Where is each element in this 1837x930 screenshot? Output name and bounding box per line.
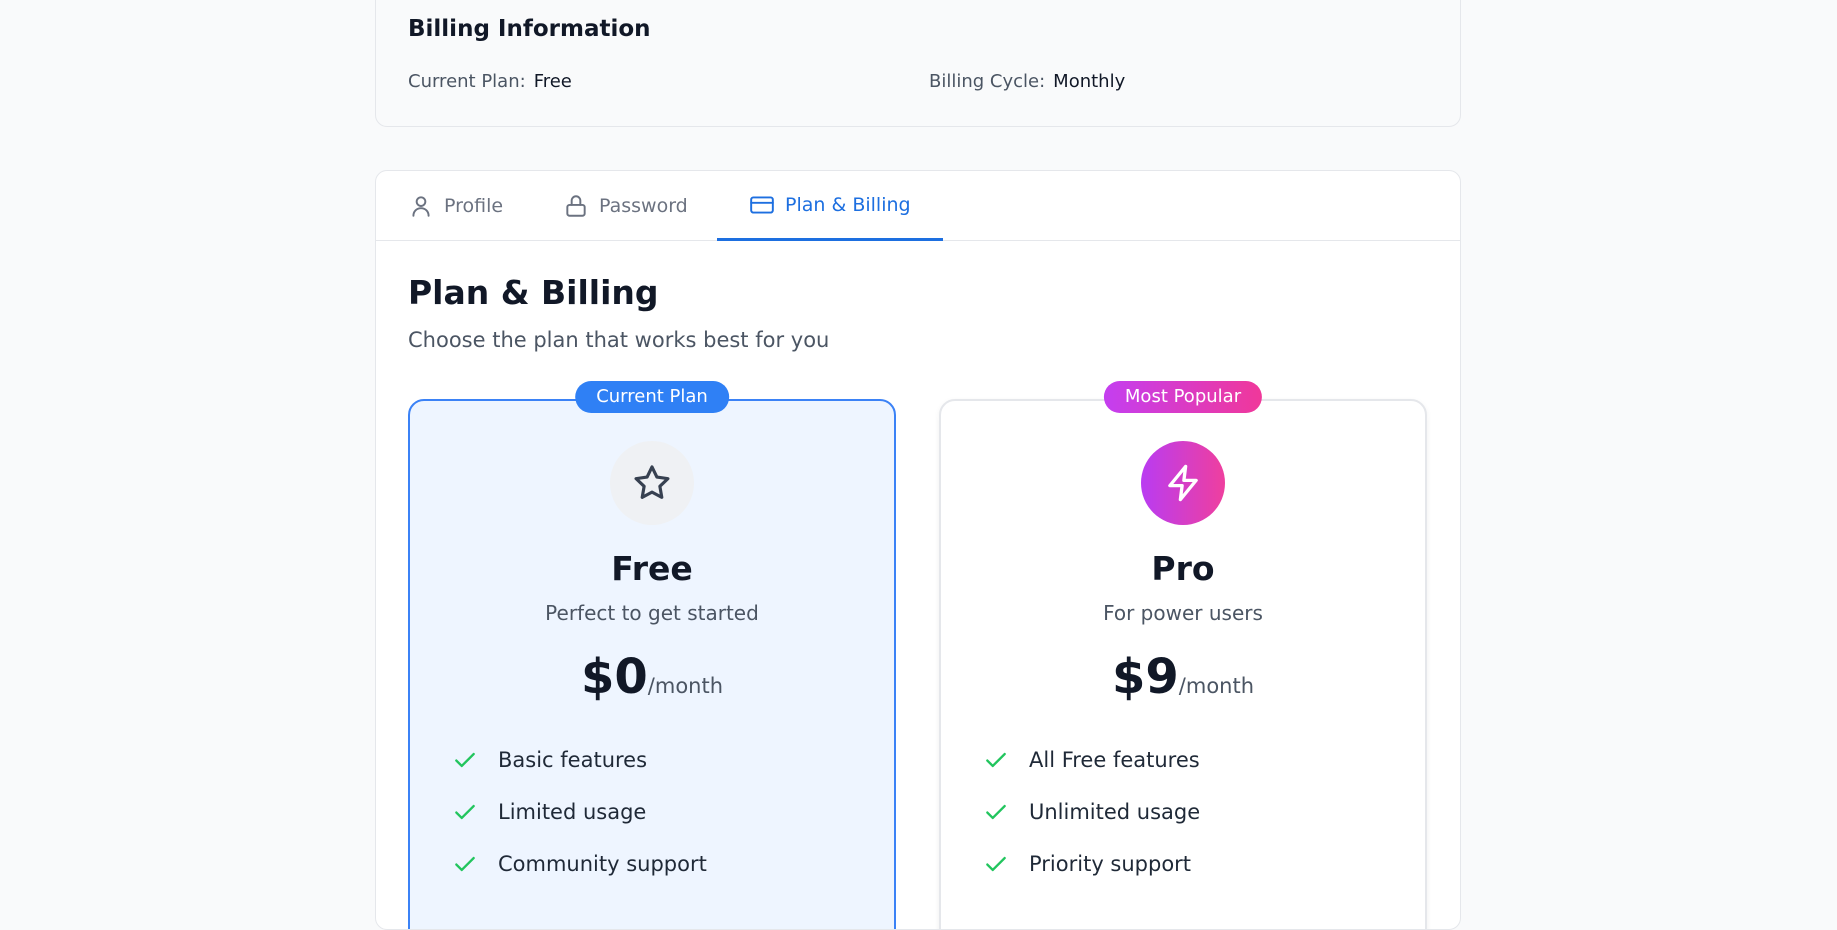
plan-card-pro[interactable]: Most Popular Pro For power users $9/mont… (939, 381, 1427, 929)
lightning-icon (1168, 464, 1198, 502)
user-icon (412, 196, 430, 217)
tab-bar: Profile Password Plan & Billing (376, 171, 1460, 241)
current-plan-badge: Current Plan (575, 381, 729, 413)
current-plan-value: Free (533, 71, 572, 92)
plan-price-period: /month (1178, 674, 1255, 698)
lock-icon (566, 195, 586, 217)
plan-price-amount: $0 (580, 649, 648, 705)
credit-card-icon (750, 195, 774, 214)
feature-item: Unlimited usage (983, 786, 1200, 838)
plan-price: $0/month (410, 649, 894, 705)
tab-plan-billing[interactable]: Plan & Billing (717, 171, 943, 241)
plan-price-amount: $9 (1111, 649, 1179, 705)
current-plan-label: Current Plan: (408, 71, 526, 92)
feature-label: Limited usage (498, 800, 647, 824)
star-icon (634, 465, 670, 499)
billing-info-title: Billing Information (408, 16, 651, 42)
tab-profile-label: Profile (444, 195, 504, 217)
feature-label: Basic features (498, 748, 648, 772)
check-icon (986, 856, 1006, 872)
tab-plan-billing-label: Plan & Billing (785, 193, 911, 216)
billing-info-card: Billing Information Current Plan: Free Bi… (375, 0, 1461, 127)
check-icon (455, 856, 475, 872)
feature-label: Unlimited usage (1029, 800, 1201, 824)
tab-password[interactable]: Password (531, 171, 720, 241)
billing-cycle-value: Monthly (1053, 71, 1126, 92)
check-icon (455, 804, 475, 820)
plan-icon-container (1141, 441, 1225, 525)
plan-description: For power users (1103, 601, 1263, 625)
plan-price-period: /month (647, 674, 724, 698)
billing-cycle-label: Billing Cycle: (929, 71, 1046, 92)
plan-name: Pro (1151, 549, 1215, 588)
billing-cycle-row: Billing Cycle: Monthly (929, 71, 1125, 92)
section-subtitle: Choose the plan that works best for you (408, 328, 830, 352)
feature-label: All Free features (1029, 748, 1200, 772)
feature-list: Basic features Limited usage Community s… (452, 734, 707, 890)
plan-icon-container (610, 441, 694, 525)
section-title: Plan & Billing (408, 273, 659, 312)
plan-name: Free (611, 549, 693, 588)
check-icon (986, 804, 1006, 820)
tab-profile[interactable]: Profile (376, 171, 535, 241)
check-icon (986, 752, 1006, 768)
feature-label: Priority support (1029, 852, 1192, 876)
feature-label: Community support (498, 852, 707, 876)
feature-item: Limited usage (452, 786, 707, 838)
tab-password-label: Password (599, 195, 688, 217)
settings-card: Profile Password Plan & Billing Plan & B… (375, 170, 1461, 930)
feature-item: All Free features (983, 734, 1200, 786)
current-plan-row: Current Plan: Free (408, 71, 572, 92)
check-icon (455, 752, 475, 768)
most-popular-badge: Most Popular (1103, 381, 1263, 413)
plan-card-free[interactable]: Current Plan Free Perfect to get started… (408, 381, 896, 929)
plan-description: Perfect to get started (545, 601, 759, 625)
plan-price: $9/month (941, 649, 1425, 705)
feature-item: Basic features (452, 734, 707, 786)
feature-list: All Free features Unlimited usage Priori… (983, 734, 1200, 890)
feature-item: Community support (452, 838, 707, 890)
feature-item: Priority support (983, 838, 1200, 890)
